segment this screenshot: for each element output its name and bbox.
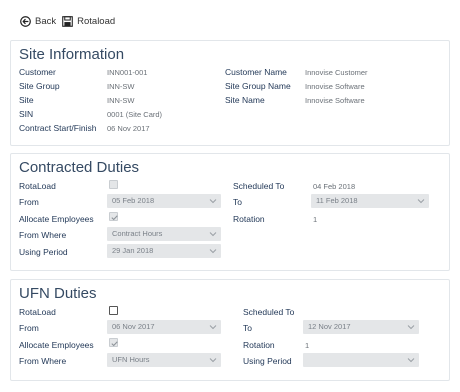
to-date-value: 12 Nov 2017	[308, 322, 351, 331]
site-label: Site	[19, 95, 34, 105]
site-value: INN-SW	[107, 96, 135, 105]
from-where-value: Contract Hours	[112, 229, 163, 238]
chevron-down-icon	[209, 358, 217, 363]
rotation-value: 1	[305, 341, 310, 350]
allocate-employees-checkbox[interactable]	[109, 338, 118, 347]
contract-start-finish-value: 06 Nov 2017	[107, 124, 150, 133]
checkmark-icon	[111, 215, 118, 221]
chevron-down-icon	[209, 232, 217, 237]
allocate-employees-checkbox[interactable]	[109, 212, 118, 221]
save-icon	[62, 15, 73, 27]
customer-name-label: Customer Name	[225, 67, 287, 77]
customer-name-value: Innovise Customer	[305, 68, 368, 77]
using-period-select[interactable]: 29 Jan 2018	[107, 244, 221, 258]
sin-value: 0001 (Site Card)	[107, 110, 163, 119]
panel-title: UFN Duties	[19, 285, 97, 302]
scheduled-to-value: 04 Feb 2018	[313, 182, 356, 191]
chevron-down-icon	[407, 325, 415, 330]
to-label: To	[233, 197, 242, 207]
rotaload-label: Rotaload	[77, 15, 116, 27]
site-name-value: Innovise Software	[305, 96, 365, 105]
chevron-down-icon	[407, 358, 415, 363]
site-name-label: Site Name	[225, 95, 265, 105]
back-button[interactable]: Back	[20, 16, 56, 27]
back-label: Back	[35, 15, 57, 27]
chevron-down-icon	[209, 249, 217, 254]
back-arrow-icon	[20, 15, 31, 27]
from-where-value: UFN Hours	[112, 355, 150, 364]
site-group-name-value: Innovise Software	[305, 82, 365, 91]
to-date-value: 11 Feb 2018	[316, 196, 358, 205]
rotaload-label: RotaLoad	[19, 307, 56, 317]
from-date-select[interactable]: 06 Nov 2017	[107, 320, 221, 334]
panel-title: Contracted Duties	[19, 159, 140, 176]
checkmark-icon	[111, 341, 118, 347]
site-group-label: Site Group	[19, 81, 60, 91]
site-information-panel: Site Information Customer INN001-001 Sit…	[10, 40, 450, 146]
rotation-label: Rotation	[233, 214, 265, 224]
from-where-label: From Where	[19, 230, 67, 240]
from-date-select[interactable]: 05 Feb 2018	[107, 194, 221, 208]
using-period-select[interactable]	[303, 353, 419, 367]
to-label: To	[243, 323, 252, 333]
scheduled-to-label: Scheduled To	[233, 181, 285, 191]
contracted-duties-panel: Contracted Duties RotaLoad From 05 Feb 2…	[10, 153, 450, 271]
using-period-label: Using Period	[243, 356, 292, 366]
site-group-name-label: Site Group Name	[225, 81, 291, 91]
chevron-down-icon	[417, 199, 425, 204]
customer-label: Customer	[19, 67, 56, 77]
site-group-value: INN-SW	[107, 82, 135, 91]
from-where-label: From Where	[19, 356, 67, 366]
rotaload-label: RotaLoad	[19, 181, 56, 191]
using-period-label: Using Period	[19, 247, 68, 257]
contract-start-finish-label: Contract Start/Finish	[19, 123, 97, 133]
rotation-value: 1	[313, 215, 318, 224]
from-label: From	[19, 323, 39, 333]
using-period-value: 29 Jan 2018	[112, 246, 154, 255]
toolbar: Back Rotaload	[20, 13, 121, 29]
allocate-employees-label: Allocate Employees	[19, 214, 94, 224]
from-date-value: 06 Nov 2017	[112, 322, 155, 331]
sin-label: SIN	[19, 109, 34, 119]
rotaload-checkbox[interactable]	[109, 306, 118, 315]
to-date-select[interactable]: 11 Feb 2018	[311, 194, 429, 208]
scheduled-to-label: Scheduled To	[243, 307, 295, 317]
to-date-select[interactable]: 12 Nov 2017	[303, 320, 419, 334]
from-date-value: 05 Feb 2018	[112, 196, 155, 205]
chevron-down-icon	[209, 199, 217, 204]
rotaload-checkbox[interactable]	[109, 180, 118, 189]
chevron-down-icon	[209, 325, 217, 330]
allocate-employees-label: Allocate Employees	[19, 340, 94, 350]
ufn-duties-panel: UFN Duties RotaLoad From 06 Nov 2017 All…	[10, 279, 450, 381]
from-label: From	[19, 197, 39, 207]
rotaload-button[interactable]: Rotaload	[62, 16, 115, 27]
rotation-label: Rotation	[243, 340, 275, 350]
customer-value: INN001-001	[107, 68, 148, 77]
from-where-select[interactable]: Contract Hours	[107, 227, 221, 241]
from-where-select[interactable]: UFN Hours	[107, 353, 221, 367]
panel-title: Site Information	[19, 46, 125, 63]
